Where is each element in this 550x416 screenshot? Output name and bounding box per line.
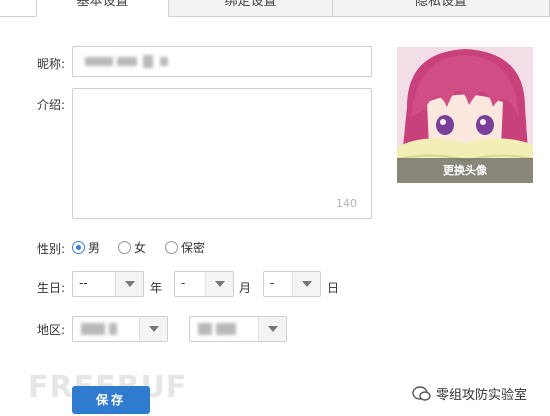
redacted-text — [85, 57, 113, 66]
chevron-down-icon — [139, 317, 167, 341]
chevron-down-icon — [205, 272, 233, 296]
change-avatar-button[interactable]: 更换头像 — [397, 158, 533, 183]
intro-label: 介绍: — [37, 98, 66, 112]
province-select[interactable] — [72, 316, 168, 342]
gender-radio-secret[interactable]: 保密 — [165, 239, 205, 256]
year-unit: 年 — [150, 281, 163, 295]
nickname-label: 昵称: — [37, 57, 66, 71]
gender-option-label: 保密 — [181, 241, 206, 255]
radio-unchecked-icon — [118, 241, 131, 254]
intro-textarea[interactable]: 140 — [72, 88, 372, 219]
redacted-text — [81, 323, 105, 335]
save-button[interactable]: 保存 — [72, 386, 150, 414]
birth-year-select[interactable]: -- — [72, 271, 144, 297]
redacted-text — [117, 57, 137, 66]
select-value: -- — [79, 276, 88, 290]
gender-option-label: 男 — [88, 241, 101, 255]
tab-basic-settings[interactable]: 基本设置 — [36, 0, 169, 17]
redacted-text — [216, 323, 236, 335]
redacted-text — [109, 323, 117, 335]
birth-month-select[interactable]: - — [174, 271, 234, 297]
chevron-down-icon — [258, 317, 286, 341]
radio-unchecked-icon — [165, 241, 178, 254]
tab-binding-settings[interactable]: 绑定设置 — [169, 0, 333, 17]
birthday-label: 生日: — [37, 281, 66, 295]
nickname-input[interactable] — [72, 46, 372, 77]
gender-radio-female[interactable]: 女 — [118, 239, 146, 256]
chevron-down-icon — [115, 272, 143, 296]
redacted-text — [143, 55, 153, 68]
birth-day-select[interactable]: - — [263, 271, 321, 297]
redacted-text — [160, 57, 168, 66]
gender-radio-male[interactable]: 男 — [72, 239, 100, 256]
city-select[interactable] — [189, 316, 287, 342]
radio-checked-icon — [72, 241, 85, 254]
month-unit: 月 — [239, 281, 252, 295]
tab-bar: 基本设置 绑定设置 隐私设置 — [0, 0, 550, 17]
wechat-icon — [412, 385, 432, 402]
avatar[interactable]: 更换头像 — [397, 47, 533, 183]
watermark-text: 零组攻防实验室 — [436, 388, 528, 403]
redacted-text — [198, 323, 212, 335]
gender-label: 性别: — [37, 242, 66, 256]
tab-privacy-settings[interactable]: 隐私设置 — [333, 0, 550, 17]
chevron-down-icon — [292, 272, 320, 296]
day-unit: 日 — [327, 281, 340, 295]
select-value: - — [181, 276, 186, 290]
region-label: 地区: — [37, 323, 66, 337]
char-counter: 140 — [336, 197, 357, 210]
gender-option-label: 女 — [134, 241, 147, 255]
select-value: - — [270, 276, 275, 290]
watermark-account: 零组攻防实验室 — [412, 384, 527, 403]
